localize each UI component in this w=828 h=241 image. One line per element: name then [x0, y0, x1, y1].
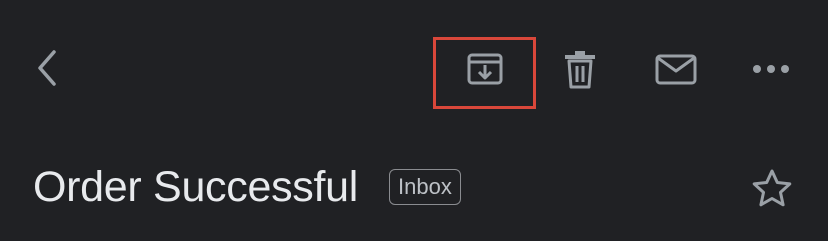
subject-row: Order Successful Inbox: [0, 150, 828, 230]
top-toolbar: [0, 0, 828, 140]
inbox-label-chip[interactable]: Inbox: [389, 169, 461, 205]
star-button[interactable]: [748, 167, 796, 213]
back-button[interactable]: [24, 48, 68, 92]
chevron-left-icon: [32, 48, 60, 93]
more-options-button[interactable]: [748, 48, 794, 94]
trash-icon: [562, 48, 598, 95]
email-subject: Order Successful: [33, 163, 358, 211]
more-horizontal-icon: [751, 62, 791, 80]
archive-button[interactable]: [462, 48, 508, 94]
star-outline-icon: [751, 168, 793, 213]
email-view-screen: Order Successful Inbox: [0, 0, 828, 241]
envelope-icon: [654, 51, 698, 92]
delete-button[interactable]: [557, 48, 603, 94]
mark-unread-button[interactable]: [652, 48, 700, 94]
archive-icon: [465, 49, 505, 94]
